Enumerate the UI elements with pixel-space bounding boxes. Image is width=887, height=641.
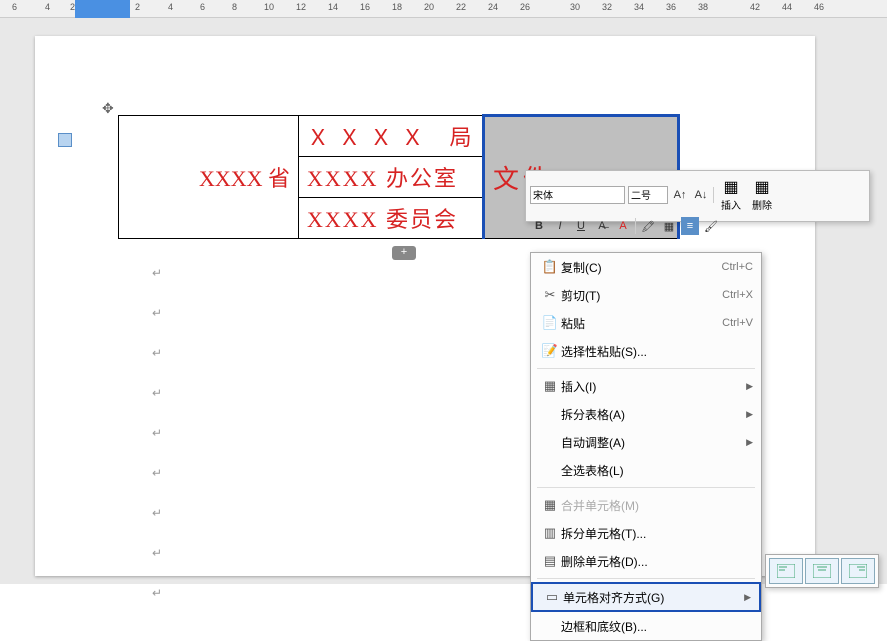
italic-button[interactable]: I [551, 217, 569, 235]
menu-item[interactable]: 拆分表格(A)▶ [531, 400, 761, 428]
increase-font-button[interactable]: A↑ [671, 186, 689, 204]
menu-item[interactable]: 📄粘贴Ctrl+V [531, 309, 761, 337]
insert-button[interactable]: ▦插入 [717, 175, 745, 214]
menu-label: 插入(I) [561, 378, 746, 395]
table-move-handle-icon[interactable]: ✥ [102, 100, 114, 117]
font-size-input[interactable] [628, 186, 668, 204]
page-area: ✥ XXXX 省 Ｘ Ｘ Ｘ Ｘ 局 文件 XXXX 办公室 XXXX 委员会 … [0, 18, 887, 584]
menu-label: 拆分单元格(T)... [561, 525, 753, 542]
menu-label: 选择性粘贴(S)... [561, 343, 753, 360]
paragraph-mark-icon: ↵ [152, 426, 162, 440]
menu-item[interactable]: ✂剪切(T)Ctrl+X [531, 281, 761, 309]
menu-label: 删除单元格(D)... [561, 553, 753, 570]
table-row: XXXX 省 Ｘ Ｘ Ｘ Ｘ 局 文件 [119, 116, 679, 157]
menu-shortcut: Ctrl+V [722, 317, 753, 329]
menu-icon: ▤ [539, 553, 561, 569]
menu-item[interactable]: ▥拆分单元格(T)... [531, 519, 761, 547]
table-cell[interactable]: Ｘ Ｘ Ｘ Ｘ 局 [299, 116, 484, 157]
menu-label: 边框和底纹(B)... [561, 618, 753, 635]
menu-icon: ▥ [539, 525, 561, 541]
submenu-arrow-icon: ▶ [746, 437, 753, 448]
menu-label: 合并单元格(M) [561, 497, 753, 514]
table-cell[interactable]: XXXX 省 [119, 116, 299, 239]
menu-label: 自动调整(A) [561, 434, 746, 451]
align-button[interactable]: ≡ [681, 217, 699, 235]
paragraph-mark-icon: ↵ [152, 466, 162, 480]
add-row-button[interactable]: + [392, 246, 416, 260]
menu-item: ▦合并单元格(M) [531, 491, 761, 519]
font-color-button[interactable]: A [614, 217, 632, 235]
menu-item[interactable]: ▦插入(I)▶ [531, 372, 761, 400]
mini-toolbar: A↑ A↓ ▦插入 ▦删除 B I U A̶ A 🖍 ▦ ≡ 🖌 [525, 170, 870, 222]
table-cell[interactable]: XXXX 办公室 [299, 157, 484, 198]
align-top-left-button[interactable] [769, 558, 803, 584]
format-painter-button[interactable]: 🖌 [702, 217, 720, 235]
table-cell[interactable]: XXXX 委员会 [299, 198, 484, 239]
strikethrough-button[interactable]: A̶ [593, 217, 611, 235]
align-top-center-button[interactable] [805, 558, 839, 584]
menu-label: 单元格对齐方式(G) [563, 589, 744, 606]
paragraph-mark-icon: ↵ [152, 306, 162, 320]
menu-item[interactable]: 📋复制(C)Ctrl+C [531, 253, 761, 281]
paragraph-mark-icon: ↵ [152, 346, 162, 360]
menu-item[interactable]: 边框和底纹(B)... [531, 612, 761, 640]
menu-icon: ▭ [541, 589, 563, 605]
menu-icon: 📄 [539, 315, 561, 331]
align-top-right-button[interactable] [841, 558, 875, 584]
menu-label: 复制(C) [561, 259, 722, 276]
menu-item[interactable]: 全选表格(L) [531, 456, 761, 484]
menu-shortcut: Ctrl+X [722, 289, 753, 301]
menu-icon: 📝 [539, 343, 561, 359]
menu-icon: 📋 [539, 259, 561, 275]
submenu-arrow-icon: ▶ [746, 409, 753, 420]
delete-button[interactable]: ▦删除 [748, 175, 776, 214]
context-menu: 📋复制(C)Ctrl+C✂剪切(T)Ctrl+X📄粘贴Ctrl+V📝选择性粘贴(… [530, 252, 762, 641]
bold-button[interactable]: B [530, 217, 548, 235]
menu-label: 拆分表格(A) [561, 406, 746, 423]
menu-item[interactable]: 📝选择性粘贴(S)... [531, 337, 761, 365]
menu-icon: ▦ [539, 497, 561, 513]
submenu-arrow-icon: ▶ [744, 592, 751, 603]
underline-button[interactable]: U [572, 217, 590, 235]
menu-label: 全选表格(L) [561, 462, 753, 479]
ruler-indent-region[interactable] [75, 0, 130, 18]
menu-icon: ✂ [539, 287, 561, 303]
horizontal-ruler: 6 4 2 2 4 6 8 10 12 14 16 18 20 22 24 26… [0, 0, 887, 18]
paragraph-indicator-icon[interactable] [58, 133, 72, 147]
paragraph-mark-icon: ↵ [152, 546, 162, 560]
menu-item[interactable]: ▤删除单元格(D)... [531, 547, 761, 575]
paragraph-mark-icon: ↵ [152, 506, 162, 520]
paragraph-mark-icon: ↵ [152, 386, 162, 400]
submenu-arrow-icon: ▶ [746, 381, 753, 392]
menu-label: 粘贴 [561, 315, 722, 332]
menu-shortcut: Ctrl+C [722, 261, 753, 273]
border-button[interactable]: ▦ [660, 217, 678, 235]
font-name-input[interactable] [530, 186, 625, 204]
menu-label: 剪切(T) [561, 287, 722, 304]
cell-alignment-submenu [765, 554, 879, 588]
menu-item[interactable]: 自动调整(A)▶ [531, 428, 761, 456]
menu-item[interactable]: ▭单元格对齐方式(G)▶ [531, 582, 761, 612]
paragraph-mark-icon: ↵ [152, 266, 162, 280]
highlight-button[interactable]: 🖍 [639, 217, 657, 235]
decrease-font-button[interactable]: A↓ [692, 186, 710, 204]
menu-icon: ▦ [539, 378, 561, 394]
paragraph-mark-icon: ↵ [152, 586, 162, 600]
